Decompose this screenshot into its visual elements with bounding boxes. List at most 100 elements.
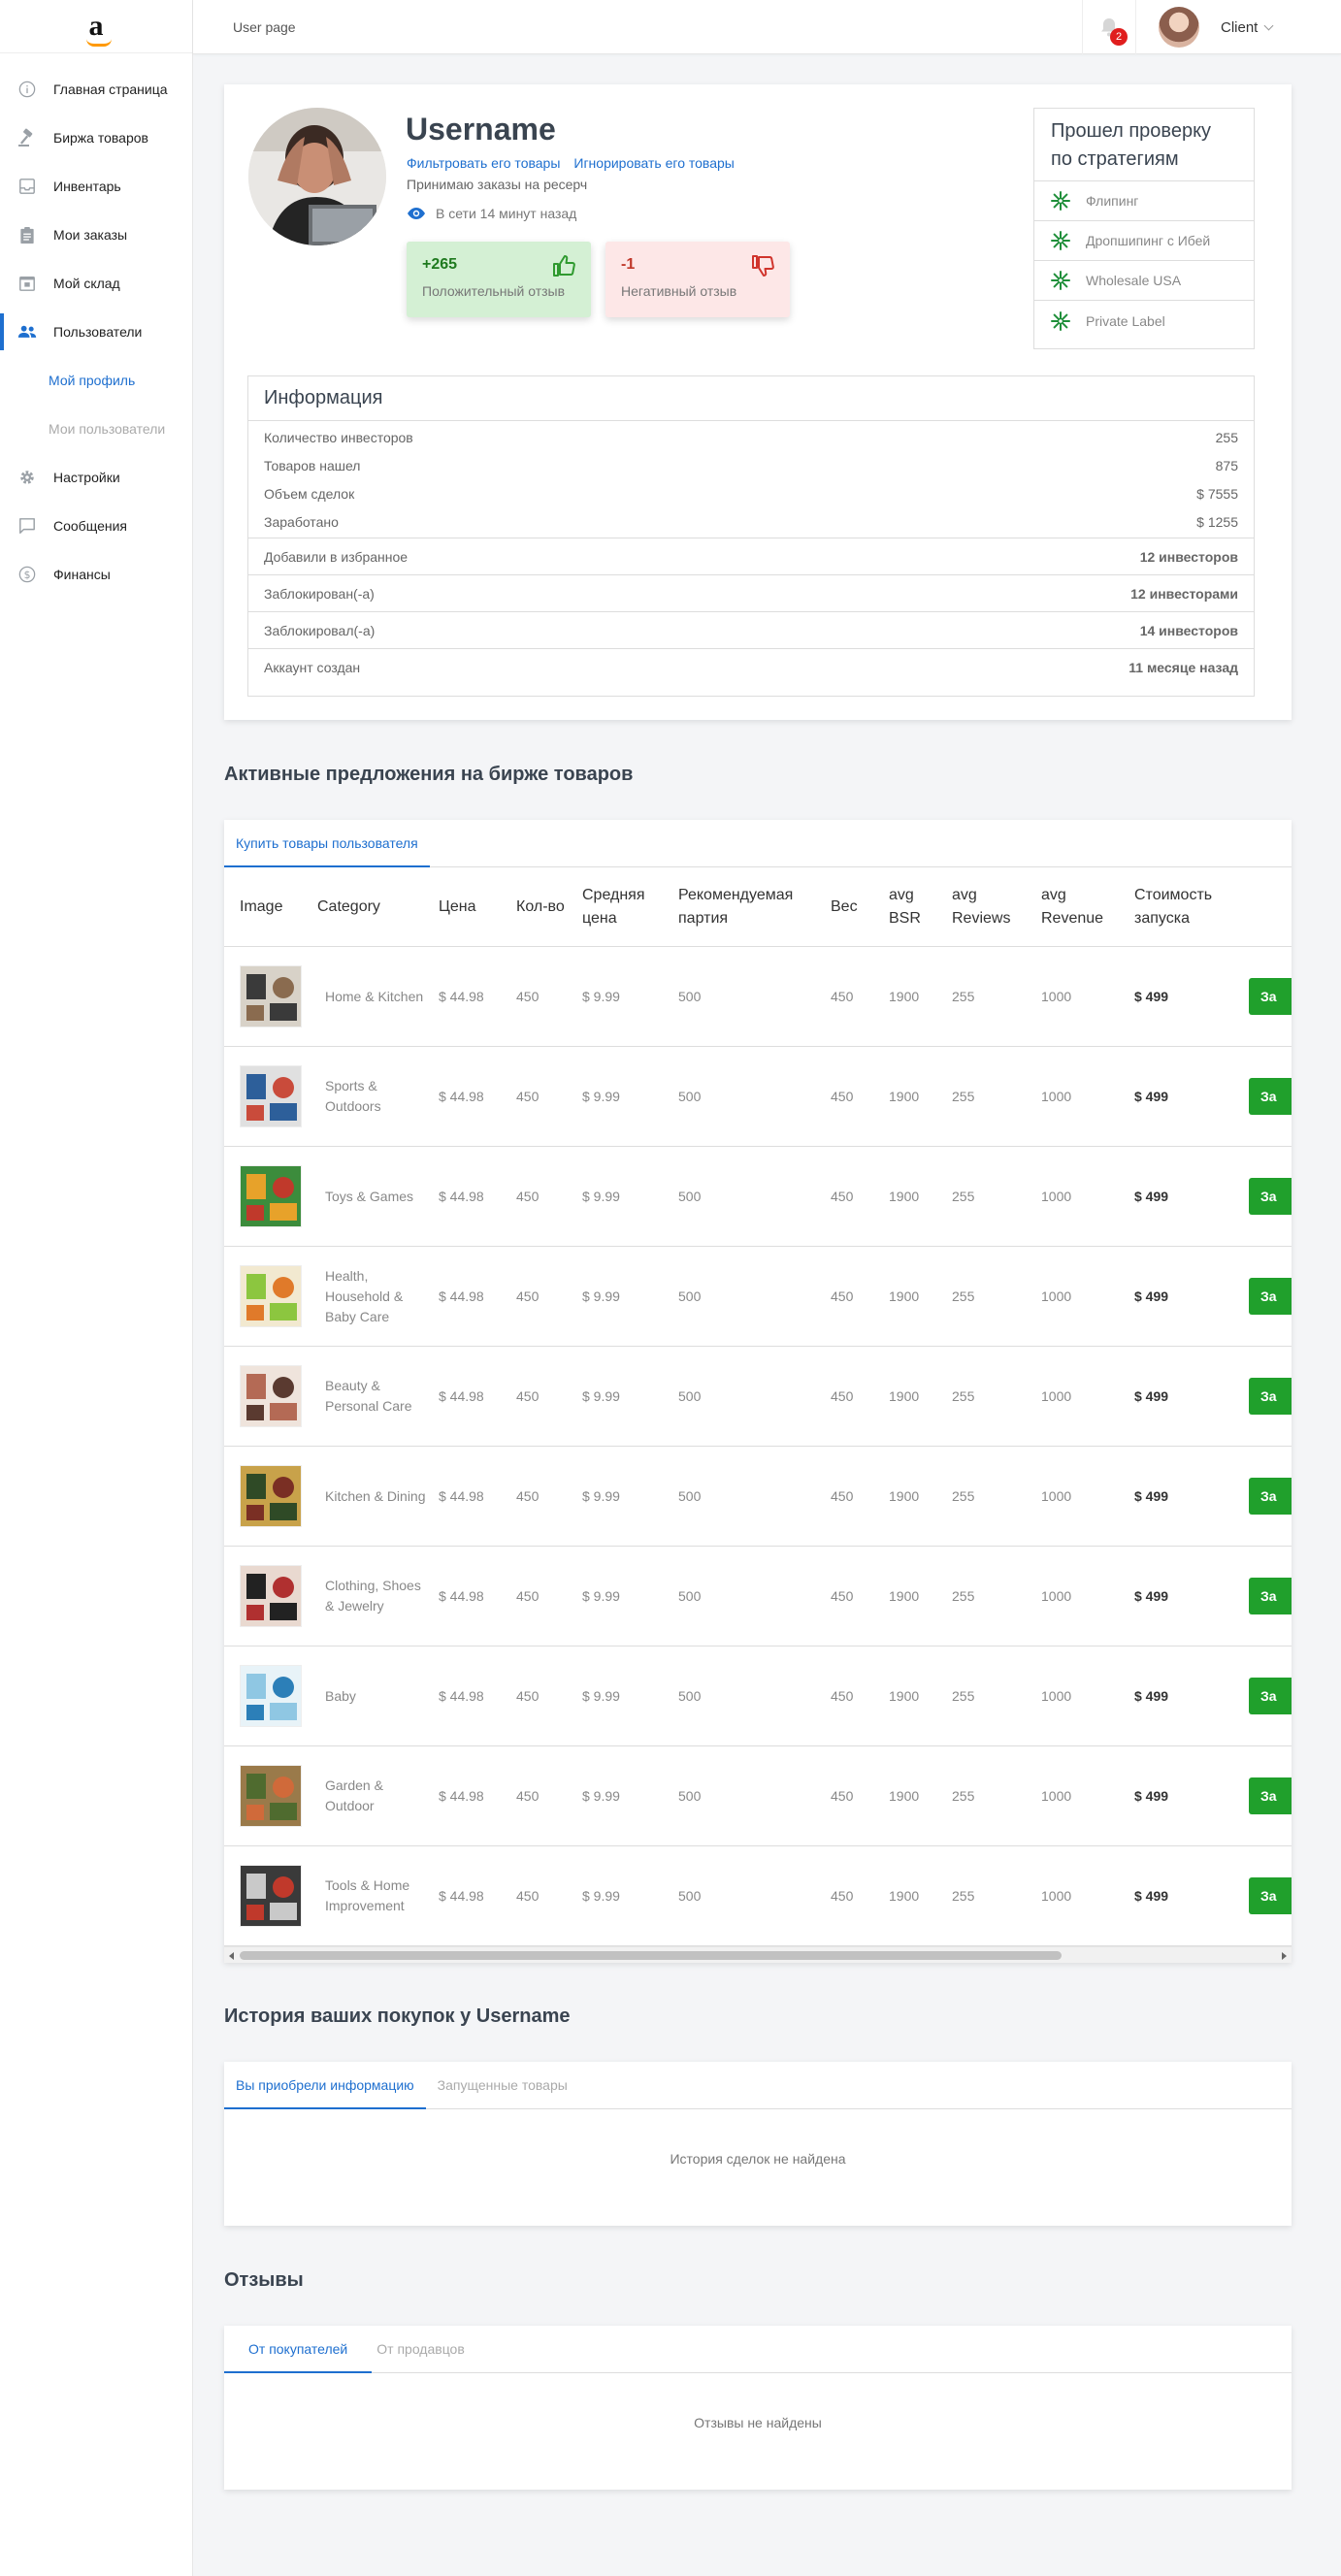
- client-menu[interactable]: Client: [1159, 7, 1274, 48]
- cell-avg-price: $ 9.99: [582, 1787, 620, 1804]
- product-thumbnail[interactable]: [240, 1665, 302, 1727]
- info-row: Добавили в избранное 12 инвесторов: [248, 538, 1254, 574]
- table-row: Home & Kitchen $ 44.98 450 $ 9.99 500 450 1900…: [224, 947, 1292, 1047]
- cell-weight: 450: [831, 1088, 854, 1104]
- scrollbar-thumb[interactable]: [240, 1951, 1062, 1960]
- info-row-value: 255: [1215, 429, 1238, 445]
- tab-from-buyers[interactable]: От покупателей: [224, 2326, 373, 2373]
- sidebar-item-inventory[interactable]: Инвентарь: [0, 162, 192, 211]
- strategy-label: Wholesale USA: [1086, 273, 1182, 288]
- tab-purchased-info[interactable]: Вы приобрели информацию: [224, 2062, 426, 2109]
- launch-button[interactable]: За: [1249, 1278, 1292, 1315]
- launch-button[interactable]: За: [1249, 1578, 1292, 1614]
- action-cell: За: [1249, 1078, 1292, 1115]
- launch-button[interactable]: За: [1249, 1178, 1292, 1215]
- cell-reviews: 255: [952, 1787, 975, 1804]
- sidebar-item-finance[interactable]: $ Финансы: [0, 550, 192, 599]
- cell-bsr: 1900: [889, 1088, 920, 1104]
- info-row-value: 12 инвесторами: [1130, 585, 1238, 602]
- cell-category: Baby: [325, 1687, 356, 1704]
- launch-button[interactable]: За: [1249, 1378, 1292, 1415]
- launch-button[interactable]: За: [1249, 1877, 1292, 1914]
- product-thumbnail[interactable]: [240, 1765, 302, 1827]
- info-row: Товаров нашел 875: [248, 451, 1254, 479]
- sidebar-subitem-my-users[interactable]: Мои пользователи: [0, 405, 192, 453]
- horizontal-scrollbar[interactable]: [224, 1946, 1292, 1963]
- sidebar-item-orders[interactable]: Мои заказы: [0, 211, 192, 259]
- sidebar-item-messages[interactable]: Сообщения: [0, 502, 192, 550]
- tab-launched-products[interactable]: Запущенные товары: [426, 2062, 579, 2108]
- sidebar-subitem-my-profile[interactable]: Мой профиль: [0, 356, 192, 405]
- info-table: Информация Количество инвесторов 255 Това…: [247, 375, 1255, 697]
- cell-qty: 450: [516, 1288, 540, 1304]
- sidebar-item-label: Главная страница: [53, 82, 168, 97]
- sidebar-item-settings[interactable]: Настройки: [0, 453, 192, 502]
- cell-category: Clothing, Shoes & Jewelry: [325, 1578, 421, 1614]
- positive-feedback-badge: +265 Положительный отзыв: [407, 242, 591, 317]
- launch-button[interactable]: За: [1249, 1678, 1292, 1714]
- sidebar-item-label: Инвентарь: [53, 179, 121, 194]
- table-row: Kitchen & Dining $ 44.98 450 $ 9.99 500 450 19…: [224, 1447, 1292, 1547]
- cell-price: $ 44.98: [439, 1787, 484, 1804]
- logo-letter: a: [88, 10, 104, 42]
- product-thumbnail[interactable]: [240, 1865, 302, 1927]
- launch-button[interactable]: За: [1249, 978, 1292, 1015]
- product-thumbnail[interactable]: [240, 1065, 302, 1127]
- launch-button[interactable]: За: [1249, 1478, 1292, 1515]
- sidebar-item-home[interactable]: Главная страница: [0, 65, 192, 114]
- cell-qty: 450: [516, 1387, 540, 1404]
- info-group: Количество инвесторов 255 Товаров нашел 87…: [248, 421, 1254, 538]
- sidebar-item-exchange[interactable]: Биржа товаров: [0, 114, 192, 162]
- sidebar-item-label: Сообщения: [53, 518, 127, 534]
- product-thumbnail[interactable]: [240, 965, 302, 1027]
- notifications-button[interactable]: 2: [1082, 0, 1136, 54]
- product-thumbnail[interactable]: [240, 1265, 302, 1327]
- warehouse-icon: [17, 274, 37, 293]
- cell-price: $ 44.98: [439, 1487, 484, 1504]
- info-row-label: Добавили в избранное: [264, 548, 409, 565]
- cell-reviews: 255: [952, 1088, 975, 1104]
- info-row: Аккаунт создан 11 месяце назад: [248, 648, 1254, 685]
- tab-from-sellers[interactable]: От продавцов: [372, 2326, 470, 2372]
- table-row: Garden & Outdoor $ 44.98 450 $ 9.99 500 450 19…: [224, 1746, 1292, 1846]
- table-row: Beauty & Personal Care $ 44.98 450 $ 9.99 50…: [224, 1347, 1292, 1447]
- product-thumbnail[interactable]: [240, 1365, 302, 1427]
- history-tabs: Вы приобрели информацию Запущенные товар…: [224, 2062, 1292, 2109]
- cell-revenue: 1000: [1041, 1887, 1072, 1904]
- sidebar-item-label: Мои заказы: [53, 227, 128, 243]
- product-image-cell: [224, 965, 317, 1027]
- column-header: Category: [317, 897, 380, 915]
- cell-bsr: 1900: [889, 1288, 920, 1304]
- cell-weight: 450: [831, 988, 854, 1004]
- ignore-products-link[interactable]: Игнорировать его товары: [573, 155, 734, 171]
- gavel-icon: [17, 128, 37, 147]
- product-thumbnail[interactable]: [240, 1565, 302, 1627]
- table-row: Clothing, Shoes & Jewelry $ 44.98 450 $ 9.9…: [224, 1547, 1292, 1647]
- cell-reviews: 255: [952, 1687, 975, 1704]
- sidebar-item-users[interactable]: Пользователи: [0, 308, 192, 356]
- filter-products-link[interactable]: Фильтровать его товары: [407, 155, 560, 171]
- info-row-value: 14 инвесторов: [1139, 622, 1238, 638]
- cell-weight: 450: [831, 1188, 854, 1204]
- cell-price: $ 44.98: [439, 1887, 484, 1904]
- cell-rec: 500: [678, 1088, 702, 1104]
- launch-button[interactable]: За: [1249, 1777, 1292, 1814]
- cell-rec: 500: [678, 1188, 702, 1204]
- product-thumbnail[interactable]: [240, 1165, 302, 1227]
- scroll-left-arrow[interactable]: [229, 1952, 234, 1960]
- column-header: Вес: [831, 897, 858, 915]
- strategy-label: Флипинг: [1086, 193, 1139, 209]
- info-row-label: Заработано: [264, 513, 339, 530]
- amazon-logo[interactable]: a: [0, 0, 192, 53]
- product-thumbnail[interactable]: [240, 1465, 302, 1527]
- sidebar-item-warehouse[interactable]: Мой склад: [0, 259, 192, 308]
- cell-rec: 500: [678, 1487, 702, 1504]
- tab-buy-user-products[interactable]: Купить товары пользователя: [224, 820, 430, 867]
- strategy-item: Флипинг: [1034, 181, 1254, 221]
- thumbs-up-icon: [553, 255, 575, 277]
- scroll-right-arrow[interactable]: [1282, 1952, 1287, 1960]
- launch-button[interactable]: За: [1249, 1078, 1292, 1115]
- cell-price: $ 44.98: [439, 1387, 484, 1404]
- cell-avg-price: $ 9.99: [582, 1587, 620, 1604]
- cell-avg-price: $ 9.99: [582, 1687, 620, 1704]
